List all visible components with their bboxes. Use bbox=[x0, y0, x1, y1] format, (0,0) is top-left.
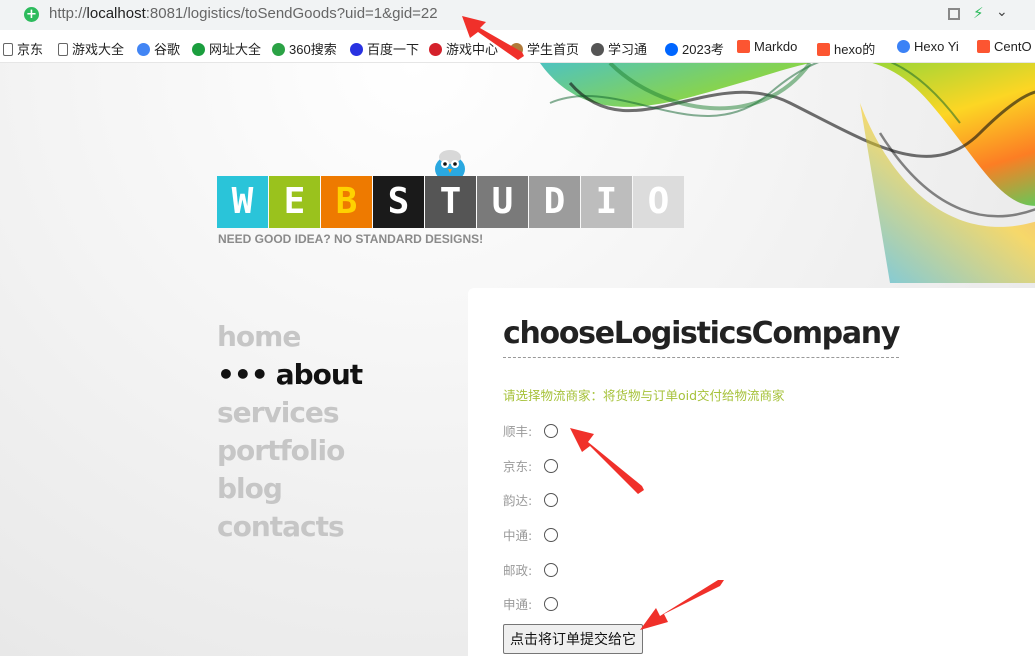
bookmark-label: 学生首页 bbox=[527, 42, 578, 57]
nav-item-blog[interactable]: blog bbox=[217, 470, 362, 508]
bookmark-item[interactable]: 2023考 bbox=[665, 39, 727, 58]
logistics-option: 顺丰: bbox=[503, 421, 559, 440]
logo-tile: E bbox=[269, 176, 320, 228]
nav-item-services[interactable]: services bbox=[217, 394, 362, 432]
bookmark-item[interactable]: 学生首页 bbox=[510, 39, 578, 58]
bookmark-item[interactable]: 学习通 bbox=[591, 39, 656, 58]
bookmark-label: 游戏大全 bbox=[72, 42, 125, 57]
submit-order-button[interactable]: 点击将订单提交给它 bbox=[503, 624, 643, 654]
bookmark-label: 谷歌 bbox=[154, 42, 181, 57]
page-title: chooseLogisticsCompany bbox=[503, 316, 900, 358]
game-icon bbox=[429, 43, 442, 56]
nav-item-portfolio[interactable]: portfolio bbox=[217, 432, 362, 470]
color-swirl-graphic bbox=[540, 63, 1035, 283]
nav-label: portfolio bbox=[217, 434, 345, 467]
option-label: 中通: bbox=[503, 528, 533, 543]
nav-label: contacts bbox=[217, 510, 345, 543]
bookmark-item[interactable]: hexo的 bbox=[817, 39, 885, 58]
bookmark-item[interactable]: 网址大全 bbox=[192, 39, 264, 58]
logistics-option: 京东: bbox=[503, 456, 559, 475]
nav-label: blog bbox=[217, 472, 283, 505]
nav-item-about[interactable]: ••• about bbox=[217, 356, 363, 394]
csdn-icon bbox=[817, 43, 830, 56]
google-icon bbox=[137, 43, 150, 56]
csdn-icon bbox=[737, 40, 750, 53]
logo-tile: U bbox=[477, 176, 528, 228]
bookmark-item[interactable]: 游戏中心 bbox=[429, 39, 501, 58]
hexo-icon bbox=[897, 40, 910, 53]
bookmark-item[interactable]: 谷歌 bbox=[137, 39, 185, 58]
page-icon bbox=[3, 43, 13, 56]
logistics-option: 中通: bbox=[503, 525, 559, 544]
bookmark-item[interactable]: 京东 bbox=[3, 39, 53, 58]
nav-label: about bbox=[275, 358, 363, 391]
instruction-text: 请选择物流商家：将货物与订单oid交付给物流商家 bbox=[503, 388, 785, 403]
logo-tile: T bbox=[425, 176, 476, 228]
webstudio-logo[interactable]: WEBSTUDIO bbox=[217, 176, 685, 228]
page-body: WEBSTUDIO NEED GOOD IDEA? NO STANDARD DE… bbox=[0, 63, 1035, 656]
bookmark-label: 学习通 bbox=[608, 42, 648, 57]
plus-shield-icon: + bbox=[24, 7, 39, 22]
logistics-option: 邮政: bbox=[503, 560, 559, 579]
bookmark-item[interactable]: Hexo Yi bbox=[897, 39, 965, 54]
tagline: NEED GOOD IDEA? NO STANDARD DESIGNS! bbox=[218, 232, 484, 246]
csdn-icon bbox=[977, 40, 990, 53]
option-label: 京东: bbox=[503, 459, 533, 474]
option-radio[interactable] bbox=[544, 423, 559, 438]
option-radio[interactable] bbox=[544, 596, 559, 611]
logo-tile: D bbox=[529, 176, 580, 228]
option-radio[interactable] bbox=[544, 562, 559, 577]
bookmark-label: hexo的 bbox=[834, 42, 876, 57]
logo-tile: W bbox=[217, 176, 268, 228]
main-nav: home ••• about services portfolio blog contact… bbox=[217, 318, 363, 546]
url-text[interactable]: http://localhost:8081/logistics/toSendGo… bbox=[49, 5, 438, 22]
plus-icon bbox=[192, 43, 205, 56]
option-radio[interactable] bbox=[544, 492, 559, 507]
option-label: 申通: bbox=[503, 597, 533, 612]
address-bar[interactable]: + http://localhost:8081/logistics/toSend… bbox=[0, 0, 1035, 30]
option-label: 邮政: bbox=[503, 563, 533, 578]
page-icon bbox=[58, 43, 68, 56]
nav-label: services bbox=[217, 396, 340, 429]
bookmark-label: 2023考 bbox=[682, 42, 724, 57]
option-radio[interactable] bbox=[544, 527, 559, 542]
bookmark-label: 京东 bbox=[17, 42, 44, 57]
chevron-down-icon[interactable]: ⌄ bbox=[996, 4, 1008, 20]
bookmark-label: 百度一下 bbox=[367, 42, 420, 57]
globe-icon bbox=[591, 43, 604, 56]
bookmark-label: Hexo Yi bbox=[914, 39, 959, 54]
nav-item-contacts[interactable]: contacts bbox=[217, 508, 362, 546]
nav-label: home bbox=[217, 320, 301, 353]
bookmark-label: 360搜索 bbox=[289, 42, 337, 57]
360-icon bbox=[272, 43, 285, 56]
bookmark-item[interactable]: Markdo bbox=[737, 39, 805, 54]
active-marker: ••• bbox=[217, 358, 269, 391]
nav-item-home[interactable]: home bbox=[217, 318, 362, 356]
bookmark-label: Markdo bbox=[754, 39, 798, 54]
bookmark-label: 网址大全 bbox=[209, 42, 262, 57]
content-panel: chooseLogisticsCompany 请选择物流商家：将货物与订单oid… bbox=[468, 288, 1035, 656]
logistics-option: 韵达: bbox=[503, 490, 559, 509]
bookmark-label: CentO bbox=[994, 39, 1032, 54]
qr-code-icon[interactable] bbox=[948, 8, 960, 20]
bookmark-label: 游戏中心 bbox=[446, 42, 499, 57]
logo-tile: B bbox=[321, 176, 372, 228]
logo-tile: S bbox=[373, 176, 424, 228]
zhihu-icon bbox=[665, 43, 678, 56]
lightning-icon[interactable]: ⚡ bbox=[973, 4, 984, 22]
bookmark-item[interactable]: CentO bbox=[977, 39, 1035, 54]
option-radio[interactable] bbox=[544, 458, 559, 473]
hands-icon bbox=[510, 43, 523, 56]
logo-tile: I bbox=[581, 176, 632, 228]
logistics-option: 申通: bbox=[503, 594, 559, 613]
option-label: 韵达: bbox=[503, 493, 533, 508]
bookmark-item[interactable]: 游戏大全 bbox=[58, 39, 128, 58]
logo-tile: O bbox=[633, 176, 684, 228]
bookmark-item[interactable]: 360搜索 bbox=[272, 39, 342, 58]
bookmarks-bar: 京东 游戏大全 谷歌 网址大全 360搜索 百度一下 游戏中心 学生首页 学习通 2023考 Mar… bbox=[0, 30, 1035, 63]
baidu-paw-icon bbox=[350, 43, 363, 56]
bookmark-item[interactable]: 百度一下 bbox=[350, 39, 422, 58]
option-label: 顺丰: bbox=[503, 424, 533, 439]
